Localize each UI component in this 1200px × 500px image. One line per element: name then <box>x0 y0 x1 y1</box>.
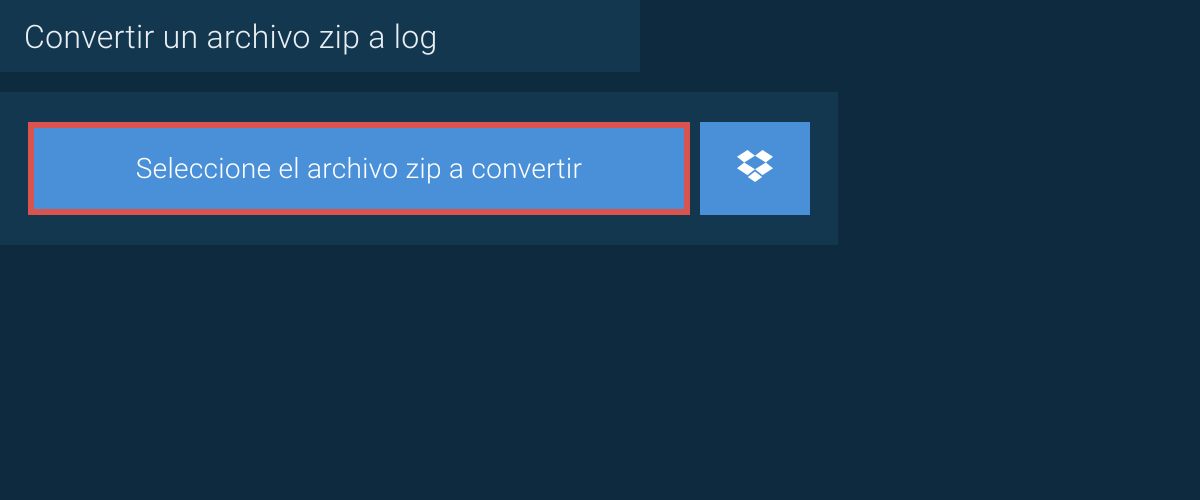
upload-panel: Seleccione el archivo zip a convertir <box>0 92 838 245</box>
dropbox-button[interactable] <box>700 122 810 215</box>
dropbox-icon <box>737 150 773 188</box>
title-bar: Convertir un archivo zip a log <box>0 0 640 72</box>
select-file-label: Seleccione el archivo zip a convertir <box>136 152 582 185</box>
select-file-button[interactable]: Seleccione el archivo zip a convertir <box>28 122 690 215</box>
page-title: Convertir un archivo zip a log <box>24 18 616 56</box>
